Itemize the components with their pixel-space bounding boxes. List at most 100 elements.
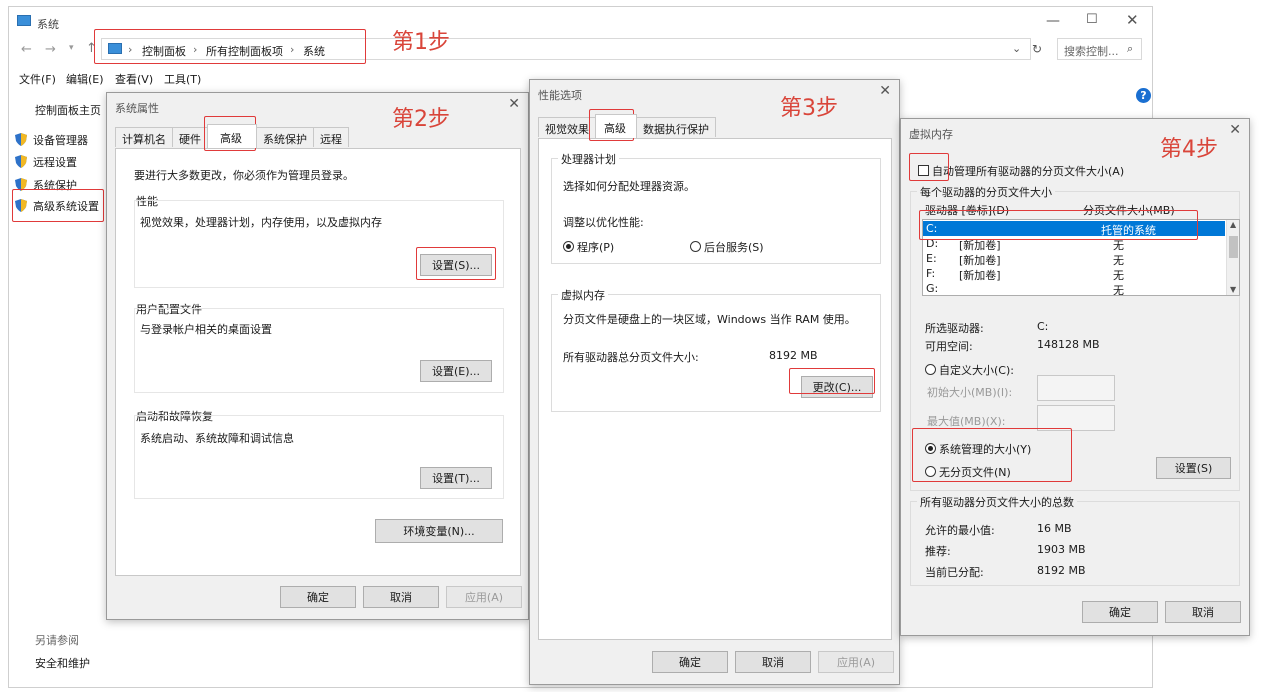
change-button-highlight [789,368,875,394]
dialog-title: 性能选项 [538,89,582,102]
min-label: 允许的最小值: [925,524,995,537]
profile-settings-button[interactable]: 设置(E)... [420,360,492,382]
scroll-thumb[interactable] [1229,236,1238,258]
search-input[interactable]: 搜索控制... [1064,43,1119,59]
scheduling-label: 处理器计划 [558,151,619,167]
min-value: 16 MB [1037,522,1072,535]
sidebar-item-label: 设备管理器 [33,134,88,147]
apply-button[interactable]: 应用(A) [818,651,894,673]
apply-button[interactable]: 应用(A) [446,586,522,608]
dropdown-chevron-icon[interactable]: ⌄ [1012,42,1021,55]
tab-system-protection[interactable]: 系统保护 [256,127,314,147]
vm-desc: 分页文件是硬盘上的一块区域，Windows 当作 RAM 使用。 [563,313,856,326]
scheduling-group: 处理器计划 选择如何分配处理器资源。 调整以优化性能: 程序(P) 后台服务(S… [551,151,881,264]
set-button[interactable]: 设置(S) [1156,457,1231,479]
ok-button[interactable]: 确定 [1082,601,1158,623]
custom-size-radio[interactable]: 自定义大小(C): [925,362,1014,378]
see-also-heading: 另请参阅 [35,634,79,647]
sidebar-item-device-manager[interactable]: 设备管理器 [15,132,88,148]
ok-button[interactable]: 确定 [280,586,356,608]
selected-drive-label: 所选驱动器: [925,322,984,335]
admin-note: 要进行大多数更改，你必须作为管理员登录。 [134,169,354,182]
perf-settings-highlight [416,247,496,280]
forward-icon[interactable]: → [45,42,56,57]
total-group: 所有驱动器分页文件大小的总数 允许的最小值: 16 MB 推荐: 1903 MB… [910,494,1240,586]
table-row[interactable]: E: [新加卷] 无 [923,251,1225,267]
refresh-icon[interactable]: ↻ [1032,42,1042,56]
tab-remote[interactable]: 远程 [313,127,349,147]
maximize-button[interactable]: ☐ [1086,12,1098,27]
auto-manage-label: 自动管理所有驱动器的分页文件大小(A) [932,165,1125,178]
tab-visual-effects[interactable]: 视觉效果 [538,117,596,137]
ok-button[interactable]: 确定 [652,651,728,673]
scroll-down-icon[interactable]: ▼ [1230,285,1236,294]
search-icon: ⌕ [1127,42,1134,55]
shield-icon [15,133,27,146]
auto-manage-highlight [909,153,949,181]
step3-label: 第3步 [780,96,838,121]
system-properties-dialog: 系统属性 ✕ 计算机名 硬件 高级 系统保护 远程 要进行大多数更改，你必须作为… [106,92,529,620]
security-link[interactable]: 安全和维护 [35,655,90,671]
advanced-panel: 要进行大多数更改，你必须作为管理员登录。 性能 视觉效果，处理器计划，内存使用，… [115,148,521,576]
dialog-title: 虚拟内存 [909,128,953,141]
help-icon[interactable]: ? [1136,88,1151,103]
vm-total-value: 8192 MB [769,349,818,362]
tab-advanced[interactable]: 高级 [595,114,637,138]
menu-edit[interactable]: 编辑(E) [66,71,104,87]
app-icon [17,15,31,26]
recommended-label: 推荐: [925,545,951,558]
perf-desc: 视觉效果，处理器计划，内存使用，以及虚拟内存 [140,216,382,229]
cancel-button[interactable]: 取消 [363,586,439,608]
drive-c-highlight [919,210,1198,240]
size-cell: 无 [1113,284,1124,296]
minimize-button[interactable]: — [1046,13,1060,29]
current-value: 8192 MB [1037,564,1086,577]
initial-size-label: 初始大小(MB)(I): [927,386,1013,399]
menu-file[interactable]: 文件(F) [19,71,56,87]
sidebar-item-remote[interactable]: 远程设置 [15,154,77,170]
tab-dep[interactable]: 数据执行保护 [636,117,716,137]
radio-icon [925,364,936,375]
scheduling-desc: 选择如何分配处理器资源。 [563,180,695,193]
close-icon[interactable]: ✕ [1229,123,1241,137]
menu-view[interactable]: 查看(V) [115,71,153,87]
vm-total-label: 所有驱动器总分页文件大小: [563,351,699,364]
env-variables-button[interactable]: 环境变量(N)... [375,519,503,543]
menu-tools[interactable]: 工具(T) [164,71,201,87]
close-button[interactable]: ✕ [1126,11,1139,29]
initial-size-input[interactable] [1037,375,1115,401]
recent-chevron-icon[interactable]: ▾ [69,43,74,53]
tab-computer-name[interactable]: 计算机名 [115,127,173,147]
radio-group-highlight [912,428,1072,482]
per-drive-label: 每个驱动器的分页文件大小 [917,184,1055,200]
sidebar-home[interactable]: 控制面板主页 [35,102,101,118]
tab-hardware[interactable]: 硬件 [172,127,208,147]
window-title: 系统 [37,18,59,31]
background-radio[interactable]: 后台服务(S) [690,239,764,255]
scrollbar[interactable]: ▲ ▼ [1226,220,1239,295]
vm-label: 虚拟内存 [558,287,608,303]
sidebar-highlight [12,189,104,222]
tab-advanced[interactable]: 高级 [207,124,257,148]
optimize-label: 调整以优化性能: [563,216,644,229]
table-row[interactable]: G: 无 [923,281,1225,296]
sidebar-item-label: 远程设置 [33,156,77,169]
cancel-button[interactable]: 取消 [1165,601,1241,623]
drive-cell: E: [926,252,937,265]
scroll-up-icon[interactable]: ▲ [1230,220,1236,229]
close-icon[interactable]: ✕ [508,97,520,111]
table-row[interactable]: F: [新加卷] 无 [923,266,1225,282]
search-box[interactable]: 搜索控制... ⌕ [1057,38,1142,60]
recommended-value: 1903 MB [1037,543,1086,556]
back-icon[interactable]: ← [21,42,32,57]
close-icon[interactable]: ✕ [879,84,891,98]
startup-desc: 系统启动、系统故障和调试信息 [140,432,294,445]
max-size-label: 最大值(MB)(X): [927,415,1006,428]
step1-highlight [94,29,366,64]
cancel-button[interactable]: 取消 [735,651,811,673]
startup-settings-button[interactable]: 设置(T)... [420,467,492,489]
radio-icon [690,241,701,252]
total-label: 所有驱动器分页文件大小的总数 [917,494,1077,510]
program-radio[interactable]: 程序(P) [563,239,614,255]
free-space-value: 148128 MB [1037,338,1100,351]
